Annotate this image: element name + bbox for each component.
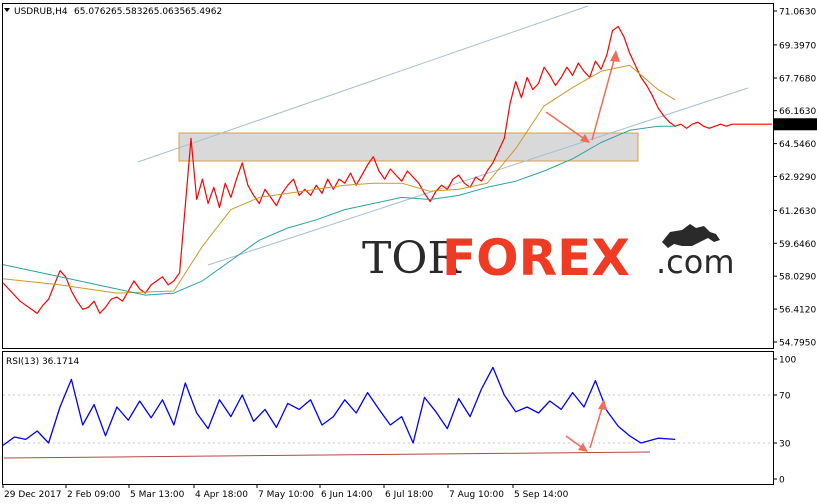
x-tick-label: 29 Dec 2017 [4,490,62,500]
ohlc-low: 65.0635 [148,7,185,17]
price-y-tick-label: 71.0630 [779,8,816,18]
x-tick-label: 5 Mar 13:00 [130,490,185,500]
x-tick-label: 6 Jun 14:00 [321,490,373,500]
x-tick-label: 7 May 10:00 [258,490,314,500]
price-y-tick-label: 54.7950 [779,339,816,349]
rsi-y-tick-label: 0 [779,476,785,486]
rsi-y-tick-label: 30 [779,440,791,450]
x-tick-label: 5 Sep 14:00 [514,490,569,500]
price-y-tick-label: 69.3970 [779,41,816,51]
logo-com-text: .com [656,243,735,281]
price-y-tick-label: 62.9290 [779,173,816,183]
price-y-tick-label: 64.5460 [779,140,816,150]
price-y-tick-label: 58.0290 [779,273,816,283]
ohlc-open: 65.0762 [74,7,111,17]
price-y-tick-label: 56.4120 [779,306,816,316]
chart-canvas: TORFOREX .comUSDRUB,H4 65.0762 65.5832 65.06… [0,0,817,504]
x-tick-label: 2 Feb 09:00 [67,490,121,500]
price-y-tick-label: 67.7680 [779,75,816,85]
price-y-tick-label: 59.6460 [779,240,816,250]
last-price-label: 65.4962 [777,121,814,131]
rsi-y-tick-label: 70 [779,392,791,402]
logo-forex-text: FOREX [442,229,630,287]
price-y-tick-label: 61.2630 [779,207,816,217]
ohlc-close: 65.4962 [185,7,222,17]
price-y-tick-label: 66.1630 [779,107,816,117]
x-tick-label: 4 Apr 18:00 [195,490,248,500]
ohlc-high: 65.5832 [111,7,148,17]
chart-header-title: USDRUB,H4 [14,7,68,17]
rsi-y-tick-label: 100 [779,356,796,366]
rsi-header-title: RSI(13) 36.1714 [6,357,79,367]
x-tick-label: 6 Jul 18:00 [385,490,434,500]
x-tick-label: 7 Aug 10:00 [449,490,504,500]
